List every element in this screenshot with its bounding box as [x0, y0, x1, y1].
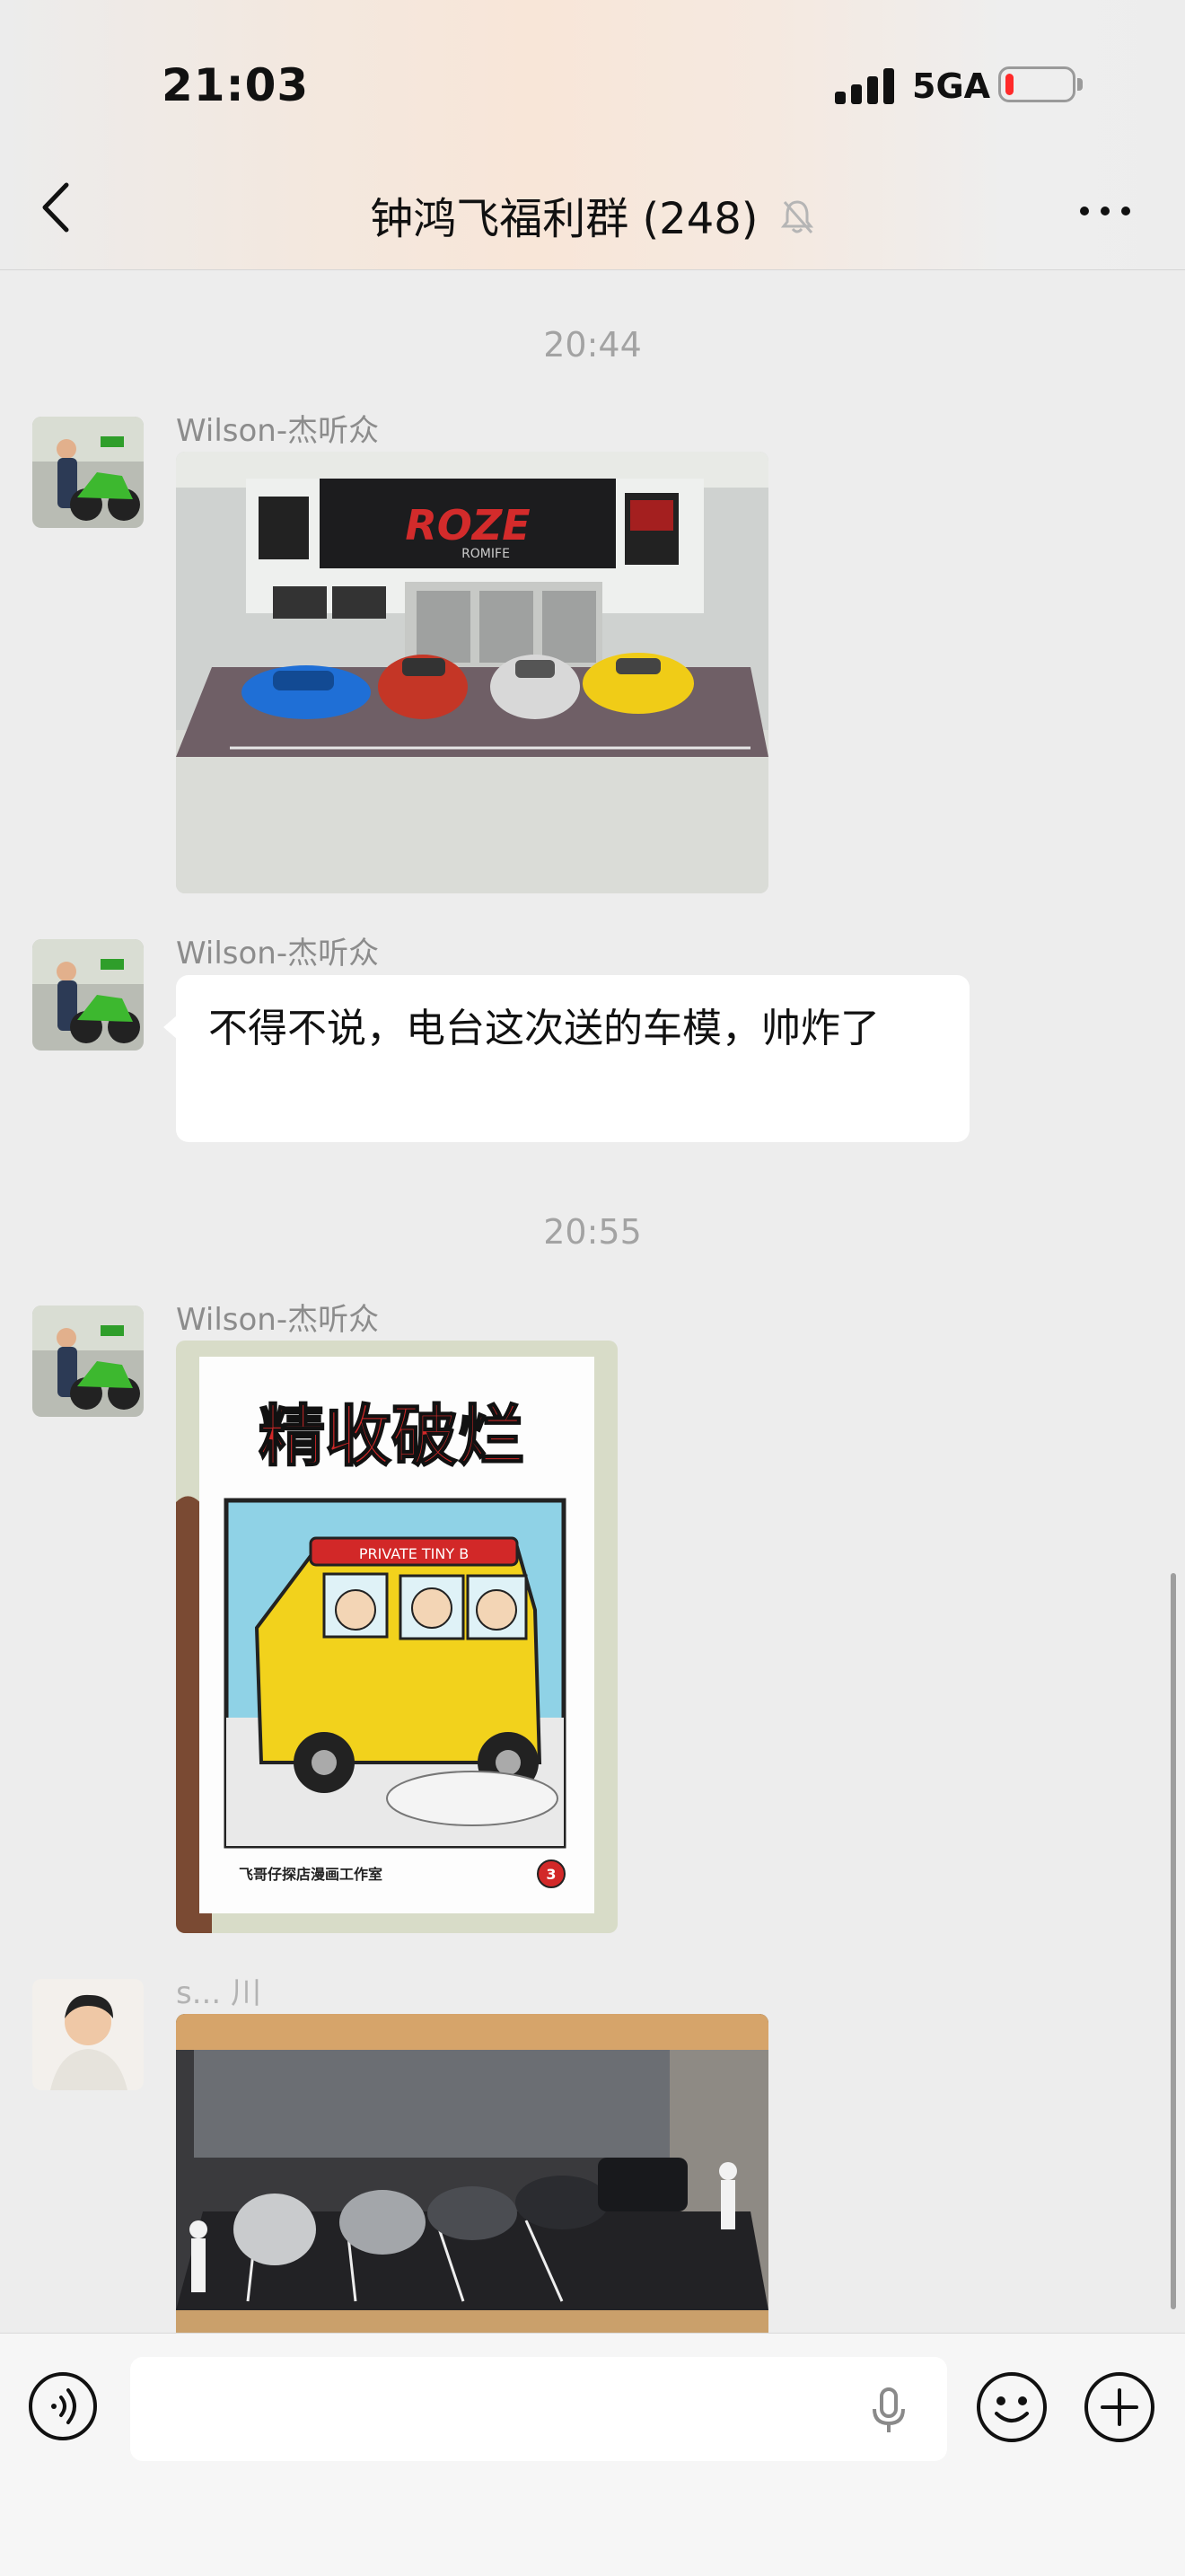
input-bar	[0, 2333, 1185, 2576]
message-input[interactable]	[130, 2357, 947, 2461]
emoji-button[interactable]	[975, 2370, 1049, 2444]
sender-name: Wilson-杰听众	[176, 1302, 380, 1338]
image-message[interactable]	[176, 2014, 768, 2333]
sender-avatar[interactable]	[32, 939, 144, 1051]
time-separator: 20:44	[543, 325, 642, 365]
sender-name: Wilson-杰听众	[176, 936, 380, 971]
book-volume-badge: 3	[546, 1866, 556, 1883]
sender-avatar[interactable]	[32, 417, 144, 528]
top-bar: 21:03 5GA 钟鸿飞福利群 (248)	[0, 0, 1185, 270]
image-message[interactable]: ROZE ROMIFE	[176, 452, 768, 893]
status-time: 21:03	[162, 59, 310, 111]
smiley-icon	[977, 2372, 1047, 2442]
chat-title-text: 钟鸿飞福利群 (248)	[370, 194, 759, 244]
sender-avatar[interactable]	[32, 1306, 144, 1417]
more-functions-button[interactable]	[1083, 2370, 1156, 2444]
more-options-button[interactable]	[1074, 184, 1137, 238]
image-message[interactable]: 精收破烂 PRIVATE TINY B 飞哥仔探店漫画工作室 3	[176, 1341, 618, 1933]
message-text: 不得不说，电台这次送的车模，帅炸了	[208, 1006, 880, 1051]
time-separator: 20:55	[543, 1212, 642, 1252]
mic-icon[interactable]	[862, 2384, 916, 2438]
voice-input-button[interactable]	[27, 2370, 99, 2442]
signal-icon	[835, 68, 898, 104]
book-title: 精收破烂	[259, 1398, 524, 1475]
sender-name: Wilson-杰听众	[176, 413, 380, 449]
plus-icon	[1084, 2372, 1154, 2442]
sender-name: s... 川	[176, 1975, 261, 2011]
store-sign-text: ROZE	[405, 501, 530, 549]
text-message-bubble[interactable]: 不得不说，电台这次送的车模，帅炸了	[163, 975, 970, 1142]
voice-icon	[29, 2372, 97, 2440]
network-label: 5GA	[912, 66, 991, 106]
book-banner: PRIVATE TINY B	[359, 1545, 469, 1562]
battery-icon	[998, 66, 1083, 102]
more-dots-icon	[1080, 207, 1130, 215]
scrollbar[interactable]	[1171, 1573, 1176, 2309]
mute-bell-icon	[779, 197, 815, 247]
store-sign-subtext: ROMIFE	[461, 547, 510, 561]
chat-title[interactable]: 钟鸿飞福利群 (248)	[0, 183, 1185, 247]
book-publisher: 飞哥仔探店漫画工作室	[239, 1866, 382, 1883]
sender-avatar[interactable]	[32, 1979, 144, 2090]
